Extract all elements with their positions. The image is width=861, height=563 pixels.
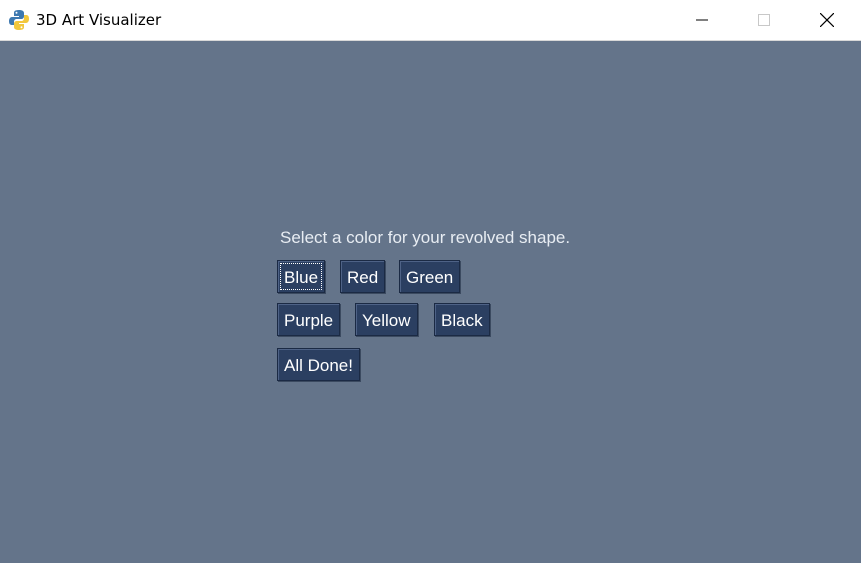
green-button[interactable]: Green	[399, 260, 461, 293]
red-button[interactable]: Red	[340, 260, 386, 293]
prompt-label: Select a color for your revolved shape.	[280, 228, 571, 247]
blue-button[interactable]: Blue	[277, 260, 326, 293]
close-icon	[820, 13, 834, 27]
purple-button[interactable]: Purple	[277, 303, 341, 336]
all-done-button[interactable]: All Done!	[277, 348, 360, 381]
maximize-icon	[758, 14, 770, 26]
maximize-button[interactable]	[733, 0, 795, 40]
main-content: Select a color for your revolved shape. …	[0, 41, 861, 563]
python-icon	[8, 9, 30, 31]
window-title: 3D Art Visualizer	[36, 11, 162, 29]
title-bar: 3D Art Visualizer	[0, 0, 861, 41]
minimize-icon	[696, 19, 708, 21]
black-button[interactable]: Black	[434, 303, 490, 336]
close-button[interactable]	[796, 0, 858, 40]
minimize-button[interactable]	[671, 0, 733, 40]
yellow-button[interactable]: Yellow	[355, 303, 418, 336]
